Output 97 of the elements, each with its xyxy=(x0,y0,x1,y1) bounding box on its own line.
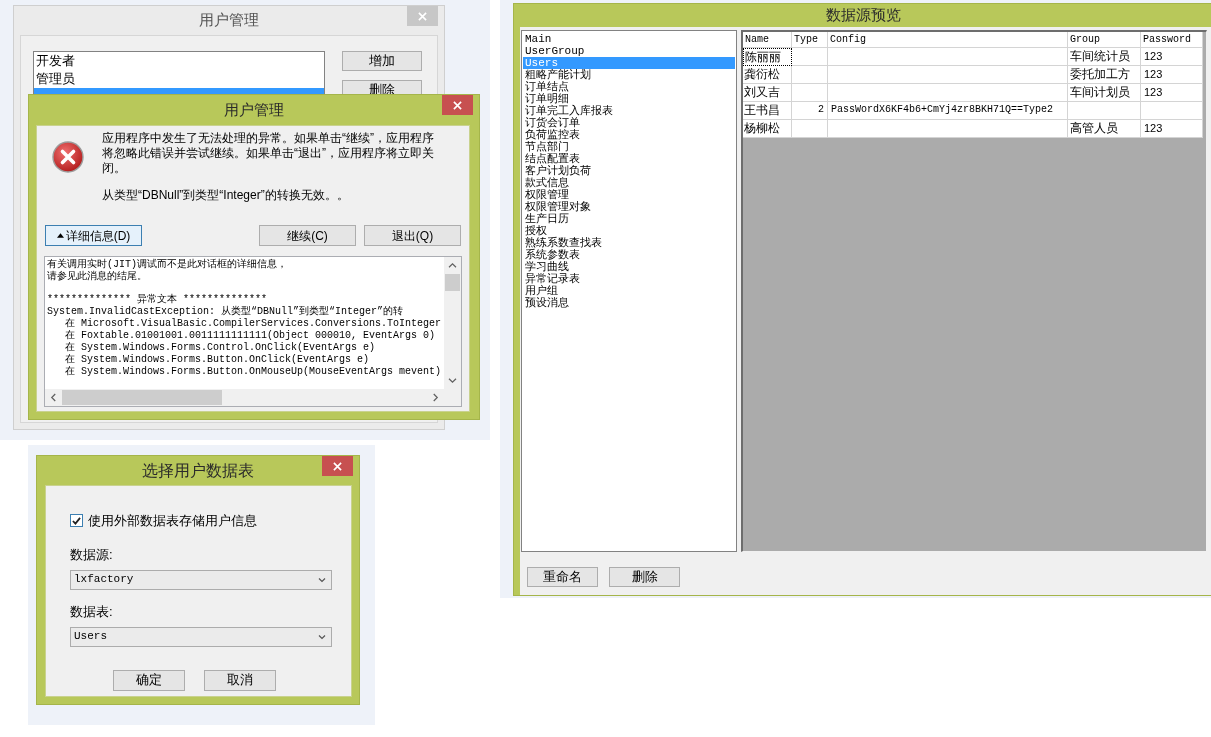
ok-button[interactable]: 确定 xyxy=(113,669,185,691)
window-title: 用户管理 xyxy=(224,99,284,120)
window-title: 用户管理 xyxy=(199,10,259,31)
table-cell: 陈丽丽 xyxy=(743,48,792,66)
list-item[interactable]: 权限管理对象 xyxy=(523,201,735,213)
chevron-left-icon xyxy=(50,393,57,402)
table-cell: PassWordX6KF4b6+CmYj4zr8BKH71Q==Type2 xyxy=(828,102,1068,120)
field-label: 数据表: xyxy=(70,603,113,620)
column-header[interactable]: Type xyxy=(792,32,828,48)
list-item[interactable]: 订单结点 xyxy=(523,81,735,93)
add-button[interactable]: 增加 xyxy=(342,51,422,71)
list-item[interactable]: 用户组 xyxy=(523,285,735,297)
list-item[interactable]: 粗略产能计划 xyxy=(523,69,735,81)
list-item[interactable]: 订单完工入库报表 xyxy=(523,105,735,117)
log-line: 在 Foxtable.01001001.0011111111111(Object 000010, EventArgs 0) xyxy=(65,330,436,342)
log-line: ************** 异常文本 ************** xyxy=(47,294,268,305)
table-cell: 高管人员 xyxy=(1068,120,1141,138)
close-icon xyxy=(453,100,462,110)
log-line: 在 System.Windows.Forms.Button.OnClick(EventArgs e) xyxy=(65,354,370,366)
chevron-down-icon xyxy=(318,633,326,640)
list-item[interactable]: 款式信息 xyxy=(523,177,735,189)
list-item[interactable]: 生产日历 xyxy=(523,213,735,225)
field-label: 数据源: xyxy=(70,546,113,563)
table-cell: 杨柳松 xyxy=(743,120,792,138)
close-icon xyxy=(418,11,427,21)
empty-cell xyxy=(792,48,828,66)
log-line: 在 System.Windows.Forms.Control.OnClick(EventArgs e) xyxy=(65,342,376,354)
table-cell: 王书昌 xyxy=(743,102,792,120)
log-line: 在 Microsoft.VisualBasic.CompilerServices.Conversions.ToInteger xyxy=(65,318,442,330)
window-title: 选择用户数据表 xyxy=(142,460,254,481)
log-line: 有关调用实时(JIT)调试而不是此对话框的详细信息， xyxy=(47,259,287,271)
details-button[interactable]: 详细信息(D) xyxy=(45,225,142,246)
list-item[interactable]: 熟练系数查找表 xyxy=(523,237,735,249)
table-cell: 龚衍松 xyxy=(743,66,792,84)
delete-button[interactable]: 删除 xyxy=(609,567,680,587)
empty-cell xyxy=(792,120,828,138)
column-header[interactable]: Password xyxy=(1141,32,1203,48)
table-cell: 123 xyxy=(1141,84,1203,102)
chevron-down-icon xyxy=(448,377,457,384)
list-item[interactable]: 预设消息 xyxy=(523,297,735,309)
list-item[interactable]: 客户计划负荷 xyxy=(523,165,735,177)
list-item[interactable]: 结点配置表 xyxy=(523,153,735,165)
log-line: 在 System.Windows.Forms.Button.OnMouseUp(MouseEventArgs mevent) xyxy=(65,366,442,378)
table-cell: 123 xyxy=(1141,66,1203,84)
list-item[interactable]: 开发者 xyxy=(34,52,324,70)
table-cell: 123 xyxy=(1141,48,1203,66)
close-icon xyxy=(333,461,342,471)
list-item[interactable]: 权限管理 xyxy=(523,189,735,201)
empty-cell xyxy=(792,66,828,84)
list-item[interactable]: 授权 xyxy=(523,225,735,237)
error-message: 应用程序中发生了无法处理的异常。如果单击“继续”，应用程序将忽略此错误并尝试继续。如果单击“退出”，应用程序将立即关闭。 xyxy=(102,131,435,176)
vertical-scrollbar[interactable] xyxy=(444,257,461,389)
list-item[interactable]: 订货会订单 xyxy=(523,117,735,129)
table-cell: 刘又吉 xyxy=(743,84,792,102)
list-item[interactable]: Main xyxy=(523,33,735,45)
list-item[interactable]: 系统参数表 xyxy=(523,249,735,261)
table-cell: 车间统计员 xyxy=(1068,48,1141,66)
scrollbar-thumb[interactable] xyxy=(62,390,222,405)
error-detail: 从类型“DBNull”到类型“Integer”的转换无效。。 xyxy=(102,188,350,203)
close-button[interactable] xyxy=(442,95,473,115)
cancel-button[interactable]: 取消 xyxy=(204,669,276,691)
list-item[interactable]: 学习曲线 xyxy=(523,261,735,273)
list-item[interactable]: 负荷监控表 xyxy=(523,129,735,141)
log-line: System.InvalidCastException: 从类型“DBNull”到类型“Integer”的转 xyxy=(47,306,404,318)
chevron-up-icon xyxy=(448,262,457,269)
scrollbar-thumb[interactable] xyxy=(445,274,460,291)
column-header[interactable]: Config xyxy=(828,32,1068,48)
table-cell: 2 xyxy=(792,102,828,120)
quit-button[interactable]: 退出(Q) xyxy=(364,225,461,246)
error-icon xyxy=(52,141,84,173)
empty-cell xyxy=(792,84,828,102)
table-cell: 委托加工方 xyxy=(1068,66,1141,84)
close-button[interactable] xyxy=(322,456,353,476)
list-item[interactable]: 管理员 xyxy=(34,70,324,88)
column-header[interactable]: Group xyxy=(1068,32,1141,48)
continue-button[interactable]: 继续(C) xyxy=(259,225,356,246)
horizontal-scrollbar[interactable] xyxy=(45,389,444,406)
table-cell: 车间计划员 xyxy=(1068,84,1141,102)
list-item[interactable]: 异常记录表 xyxy=(523,273,735,285)
list-item[interactable]: UserGroup xyxy=(523,45,735,57)
rename-button[interactable]: 重命名 xyxy=(527,567,598,587)
chevron-right-icon xyxy=(432,393,439,402)
details-text-box[interactable] xyxy=(44,256,462,407)
column-header[interactable]: Name xyxy=(743,32,792,48)
list-item[interactable]: 订单明细 xyxy=(523,93,735,105)
dropdown[interactable]: lxfactory xyxy=(70,569,332,590)
log-line: 请参见此消息的结尾。 xyxy=(47,271,147,283)
dropdown[interactable]: Users xyxy=(70,626,332,647)
check-icon xyxy=(72,516,81,525)
checkbox-label: 使用外部数据表存储用户信息 xyxy=(88,512,257,530)
empty-cell xyxy=(1141,102,1203,120)
chevron-down-icon xyxy=(318,576,326,583)
window-title: 数据源预览 xyxy=(825,5,901,26)
table-cell: 123 xyxy=(1141,120,1203,138)
checkbox[interactable] xyxy=(70,514,83,528)
list-item[interactable]: 节点部门 xyxy=(523,141,735,153)
caret-up-icon xyxy=(56,233,64,238)
